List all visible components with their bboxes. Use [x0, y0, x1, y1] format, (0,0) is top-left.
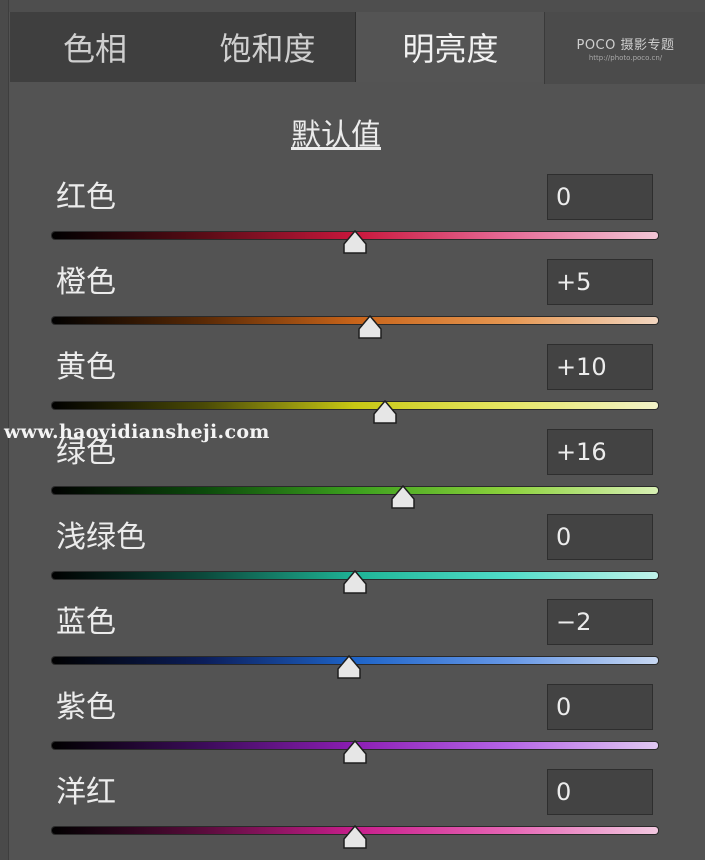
value-field-green[interactable]: +16 [547, 429, 653, 475]
value-field-magenta[interactable]: 0 [547, 769, 653, 815]
poco-logo-subtext: http://photo.poco.cn/ [588, 54, 663, 62]
slider-thumb-aqua[interactable] [342, 570, 368, 594]
slider-track-orange[interactable] [52, 317, 658, 324]
slider-track-green[interactable] [52, 487, 658, 494]
slider-label-orange: 橙色 [56, 265, 116, 300]
slider-track-yellow[interactable] [52, 402, 658, 409]
tab-hue[interactable]: 色相 [10, 12, 180, 82]
slider-label-magenta: 洋红 [56, 775, 116, 810]
value-field-red[interactable]: 0 [547, 174, 653, 220]
tab-saturation-label: 饱和度 [219, 30, 316, 68]
slider-label-blue: 蓝色 [56, 605, 116, 640]
watermark: www.haoyidiansheji.com [4, 421, 270, 443]
panel-top-edge [0, 0, 705, 12]
slider-row-aqua: 浅绿色 0 [0, 514, 705, 605]
slider-thumb-blue[interactable] [336, 655, 362, 679]
slider-row-blue: 蓝色 −2 [0, 599, 705, 690]
slider-row-green: 绿色 +16 [0, 429, 705, 520]
poco-logo: POCO 摄影专题 http://photo.poco.cn/ [544, 12, 705, 84]
tab-saturation[interactable]: 饱和度 [180, 12, 355, 82]
slider-thumb-red[interactable] [342, 230, 368, 254]
tab-luminance-label: 明亮度 [402, 30, 499, 68]
value-field-aqua[interactable]: 0 [547, 514, 653, 560]
hsl-tab-bar: 色相 饱和度 明亮度 POCO 摄影专题 http://photo.poco.c… [10, 12, 705, 84]
slider-label-purple: 紫色 [56, 690, 116, 725]
slider-thumb-purple[interactable] [342, 740, 368, 764]
slider-row-red: 红色 0 [0, 174, 705, 265]
slider-row-magenta: 洋红 0 [0, 769, 705, 860]
slider-row-orange: 橙色 +5 [0, 259, 705, 350]
tab-luminance[interactable]: 明亮度 [355, 12, 546, 82]
slider-thumb-yellow[interactable] [372, 400, 398, 424]
slider-thumb-green[interactable] [390, 485, 416, 509]
slider-row-purple: 紫色 0 [0, 684, 705, 775]
default-link[interactable]: 默认值 [282, 110, 390, 154]
slider-thumb-orange[interactable] [357, 315, 383, 339]
slider-label-yellow: 黄色 [56, 350, 116, 385]
poco-logo-text: POCO 摄影专题 [576, 38, 675, 53]
slider-label-red: 红色 [56, 180, 116, 215]
tab-hue-label: 色相 [62, 30, 127, 68]
slider-thumb-magenta[interactable] [342, 825, 368, 849]
value-field-yellow[interactable]: +10 [547, 344, 653, 390]
value-field-orange[interactable]: +5 [547, 259, 653, 305]
hsl-panel: 色相 饱和度 明亮度 POCO 摄影专题 http://photo.poco.c… [0, 0, 705, 860]
value-field-blue[interactable]: −2 [547, 599, 653, 645]
slider-label-aqua: 浅绿色 [56, 520, 146, 555]
value-field-purple[interactable]: 0 [547, 684, 653, 730]
